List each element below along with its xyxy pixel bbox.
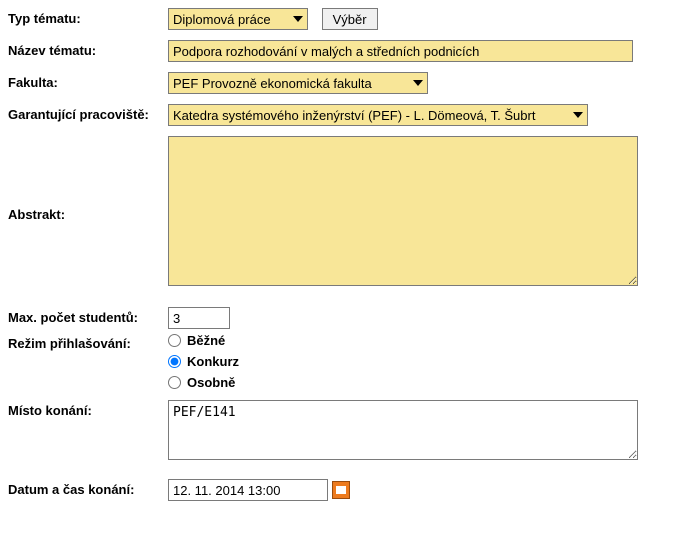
signup-mode-option-contest: Konkurz (168, 354, 688, 369)
date-time-input[interactable] (168, 479, 328, 501)
max-students-label: Max. počet studentů: (8, 307, 168, 325)
topic-type-select[interactable]: Diplomová práce (168, 8, 308, 30)
select-button[interactable]: Výběr (322, 8, 378, 30)
department-label: Garantující pracoviště: (8, 104, 168, 122)
faculty-label: Fakulta: (8, 72, 168, 90)
signup-radio-normal-label: Běžné (187, 333, 225, 348)
abstract-textarea[interactable] (168, 136, 638, 286)
signup-mode-option-personal: Osobně (168, 375, 688, 390)
topic-name-input[interactable] (168, 40, 633, 62)
venue-label: Místo konání: (8, 400, 168, 418)
date-time-label: Datum a čas konání: (8, 479, 168, 497)
calendar-icon[interactable] (332, 481, 350, 499)
signup-mode-label: Režim přihlašování: (8, 333, 168, 351)
signup-radio-contest[interactable] (168, 355, 181, 368)
signup-mode-group: Běžné Konkurz Osobně (168, 333, 688, 390)
signup-mode-option-normal: Běžné (168, 333, 688, 348)
topic-type-label: Typ tématu: (8, 8, 168, 26)
signup-radio-personal[interactable] (168, 376, 181, 389)
signup-radio-normal[interactable] (168, 334, 181, 347)
signup-radio-contest-label: Konkurz (187, 354, 239, 369)
venue-textarea[interactable] (168, 400, 638, 460)
topic-name-label: Název tématu: (8, 40, 168, 58)
signup-radio-personal-label: Osobně (187, 375, 235, 390)
max-students-input[interactable] (168, 307, 230, 329)
abstract-label: Abstrakt: (8, 204, 168, 222)
department-select[interactable]: Katedra systémového inženýrství (PEF) - … (168, 104, 588, 126)
faculty-select[interactable]: PEF Provozně ekonomická fakulta (168, 72, 428, 94)
